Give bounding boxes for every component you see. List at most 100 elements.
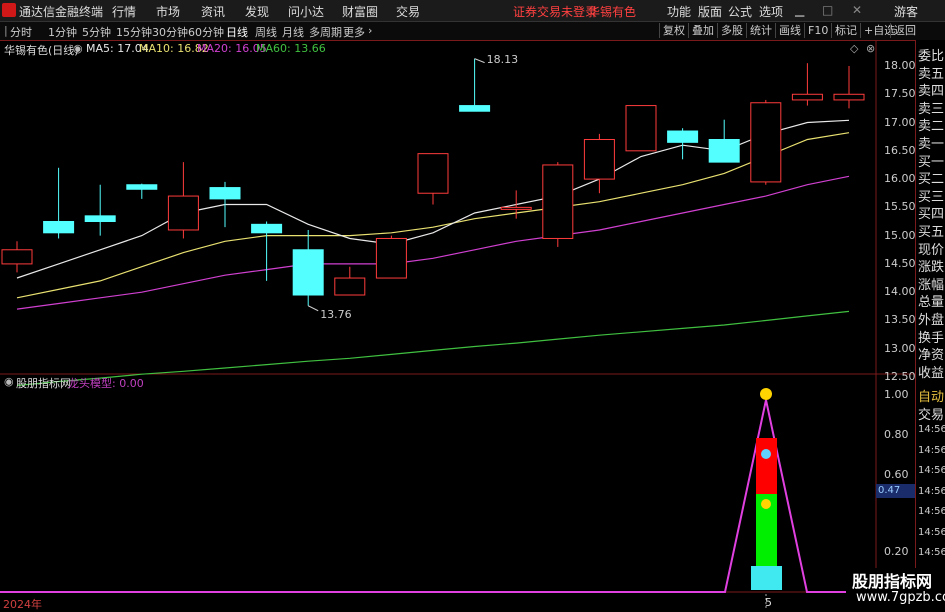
period-30min[interactable]: 30分钟 <box>152 24 188 40</box>
quote-label: 买一 <box>918 154 945 170</box>
menu-item-wenxiaoda[interactable]: 问小达 <box>288 3 324 20</box>
period-weekly[interactable]: 周线 <box>255 24 277 40</box>
candle-body <box>375 237 407 279</box>
candle-body <box>750 102 782 183</box>
tool-back[interactable]: 返回 <box>890 23 919 38</box>
candle-body <box>708 139 740 163</box>
price-tick: 15.00 <box>884 228 916 242</box>
quote-label: 委比 <box>918 49 945 64</box>
tool-diejia[interactable]: 叠加 <box>688 23 717 38</box>
trade-time: 14:56 <box>918 424 945 435</box>
price-tick: 14.50 <box>884 256 916 270</box>
indicator-toggle-icon[interactable]: ◉ <box>4 375 14 388</box>
ind-tick-020: 0.20 <box>884 545 909 558</box>
price-tick: 15.50 <box>884 200 916 214</box>
user-guest[interactable]: 游客 <box>894 3 918 20</box>
quote-label: 卖二 <box>918 119 945 135</box>
candle-body <box>334 277 366 296</box>
trade-time: 14:56 <box>918 506 945 517</box>
trade-label[interactable]: 交易 <box>918 404 944 423</box>
candle <box>459 58 491 112</box>
candle-body <box>84 215 116 223</box>
candle <box>292 229 324 306</box>
price-tick: 14.00 <box>884 285 916 299</box>
menu-bar: 通达信金融终端 行情 市场 资讯 发现 问小达 财富圈 交易 证券交易未登录 华… <box>0 0 945 22</box>
menu-item-banmian[interactable]: 版面 <box>698 3 722 20</box>
price-tick: 13.00 <box>884 341 916 355</box>
period-daily[interactable]: 日线 <box>226 24 248 40</box>
high-price-label: 18.13 <box>486 52 519 66</box>
kline-chart[interactable] <box>0 40 915 609</box>
auto-trade-label[interactable]: 自动 <box>918 386 944 405</box>
maximize-icon[interactable]: □ <box>822 3 833 17</box>
menu-item-faxian[interactable]: 发现 <box>245 3 269 20</box>
candle-body <box>791 93 823 101</box>
price-tick: 16.00 <box>884 172 916 186</box>
quote-label: 涨跌 <box>918 260 945 276</box>
menu-item-jiaoyi[interactable]: 交易 <box>396 3 420 20</box>
close-icon[interactable]: ✕ <box>852 3 862 17</box>
toolbar-grip-icon: | <box>4 24 8 37</box>
tool-f10[interactable]: F10 <box>804 23 831 38</box>
price-tick: 17.00 <box>884 115 916 129</box>
indicator-red-bar <box>756 438 777 494</box>
price-tick: 12.50 <box>884 370 916 383</box>
candle <box>167 162 199 239</box>
tool-fuquan[interactable]: 复权 <box>659 23 688 38</box>
ind-current-badge: 0.47 <box>876 484 916 498</box>
candle <box>1 241 33 273</box>
indicator-line <box>0 399 876 593</box>
period-15min[interactable]: 15分钟 <box>116 24 152 40</box>
tool-tongji[interactable]: 统计 <box>746 23 775 38</box>
low-price-label: 13.76 <box>320 307 352 321</box>
trade-login-status[interactable]: 证券交易未登录 <box>513 3 597 20</box>
period-1min[interactable]: 1分钟 <box>48 24 77 40</box>
quote-label: 买四 <box>918 207 945 223</box>
period-toolbar: | 分时 1分钟 5分钟 15分钟 30分钟 60分钟 日线 周线 月线 多周期… <box>0 22 945 41</box>
trade-time: 14:56 <box>918 547 945 558</box>
menu-item-gongshi[interactable]: 公式 <box>728 3 752 20</box>
indicator-cyan-bar <box>751 566 782 590</box>
quote-label: 卖一 <box>918 137 945 152</box>
quote-label: 涨幅 <box>918 277 945 293</box>
candle-body <box>417 153 449 194</box>
minimize-icon[interactable]: ▁ <box>795 3 804 17</box>
menu-item-gongneng[interactable]: 功能 <box>667 3 691 20</box>
candle <box>542 162 574 247</box>
candle-body <box>126 184 158 190</box>
quote-label: 净资 <box>918 348 945 364</box>
period-60min[interactable]: 60分钟 <box>188 24 224 40</box>
candle <box>583 133 615 194</box>
quote-label: 卖五 <box>918 66 945 82</box>
candles <box>1 58 865 312</box>
ind-tick-060: 0.60 <box>884 468 909 481</box>
candle-body <box>625 105 657 152</box>
butterfly-icon <box>761 449 771 459</box>
tool-duogu[interactable]: 多股 <box>717 23 746 38</box>
candle-body <box>583 139 615 180</box>
menu-item-shichang[interactable]: 市场 <box>156 3 180 20</box>
moneybag-icon <box>761 499 771 509</box>
period-more[interactable]: 更多 <box>343 24 365 40</box>
menu-item-xuanxiang[interactable]: 选项 <box>759 3 783 20</box>
tool-huaxian[interactable]: 画线 <box>775 23 804 38</box>
menu-item-hangqing[interactable]: 行情 <box>112 3 136 20</box>
watermark: 股朋指标网 www.7gpzb.com <box>846 568 945 609</box>
period-monthly[interactable]: 月线 <box>282 24 304 40</box>
chevron-right-icon[interactable]: › <box>368 24 372 37</box>
period-multi[interactable]: 多周期 <box>309 24 342 40</box>
menu-item-caifuquan[interactable]: 财富圈 <box>342 3 378 20</box>
candle-body <box>43 221 75 234</box>
candle <box>126 183 158 199</box>
indicator-plot <box>0 388 876 609</box>
period-5min[interactable]: 5分钟 <box>82 24 111 40</box>
period-fenshi[interactable]: 分时 <box>10 24 32 40</box>
indicator-value-label: 龙头模型: 0.00 <box>68 377 144 390</box>
low-pointer <box>307 305 319 312</box>
quote-label: 买三 <box>918 189 945 205</box>
price-tick: 17.50 <box>884 87 916 101</box>
menu-item-zixun[interactable]: 资讯 <box>201 3 225 20</box>
tool-biaoji[interactable]: 标记 <box>831 23 860 38</box>
candle <box>375 235 407 279</box>
candle-body <box>542 164 574 239</box>
